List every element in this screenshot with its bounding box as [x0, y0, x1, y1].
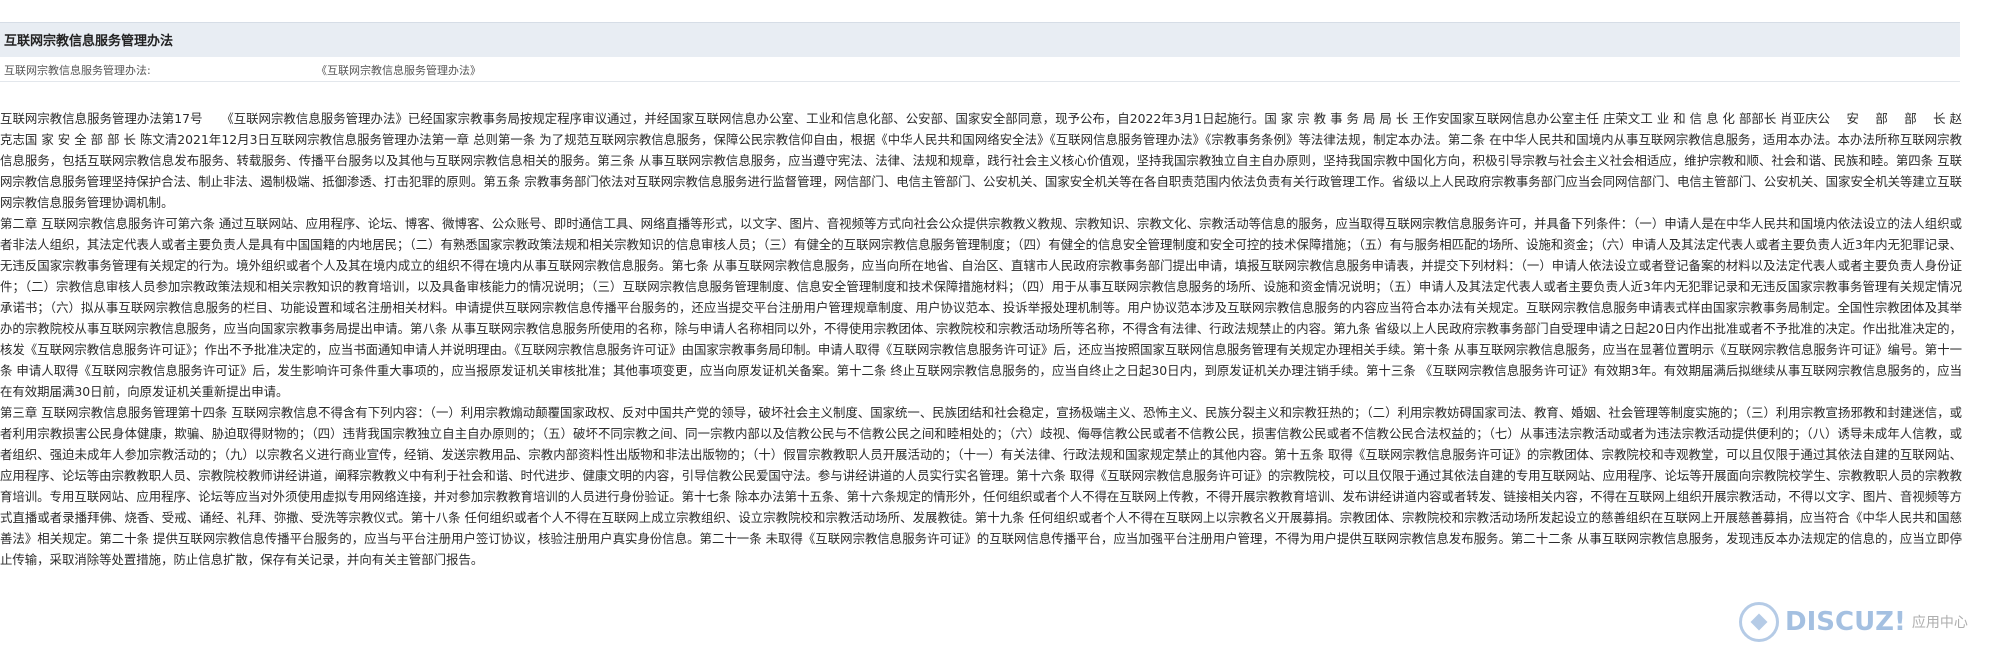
paragraph-chapter-2: 第二章 互联网宗教信息服务许可第六条 通过互联网站、应用程序、论坛、博客、微博客… [0, 216, 1962, 399]
paragraph-preamble: 互联网宗教信息服务管理办法第17号 《互联网宗教信息服务管理办法》已经国家宗教事… [0, 111, 1962, 210]
title-bar: 互联网宗教信息服务管理办法 [0, 22, 1960, 58]
info-row: 互联网宗教信息服务管理办法: 《互联网宗教信息服务管理办法》 [0, 57, 1960, 82]
discuz-watermark-logo: DISCUZ! 应用中心 [1739, 598, 1979, 646]
paragraph-chapter-3: 第三章 互联网宗教信息服务管理第十四条 互联网宗教信息不得含有下列内容：（一）利… [0, 405, 1962, 567]
info-label: 互联网宗教信息服务管理办法: [4, 64, 151, 77]
watermark-sub: 应用中心 [1911, 615, 1968, 631]
page-title: 互联网宗教信息服务管理办法 [4, 34, 174, 49]
watermark-brand: DISCUZ! [1785, 607, 1906, 637]
info-value: 《互联网宗教信息服务管理办法》 [316, 64, 481, 77]
document-body: 互联网宗教信息服务管理办法第17号 《互联网宗教信息服务管理办法》已经国家宗教事… [0, 108, 1962, 668]
discuz-logo-icon [1739, 602, 1779, 642]
